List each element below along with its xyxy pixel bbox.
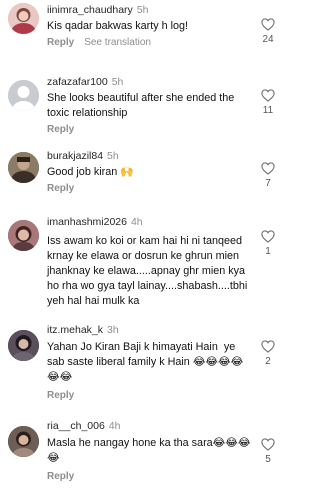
comment-actions: Reply — [47, 123, 255, 136]
like-control[interactable]: 1 — [258, 230, 278, 257]
comment-username-line: iinimra_chaudhary 5h — [47, 4, 255, 17]
comment-time: 5h — [107, 150, 119, 162]
reply-button[interactable]: Reply — [47, 183, 74, 194]
comment-time: 4h — [130, 216, 143, 228]
heart-outline-icon[interactable] — [261, 162, 275, 175]
avatar-photo-icon — [8, 426, 39, 457]
comment-time: 5h — [111, 76, 124, 88]
avatar[interactable] — [8, 80, 39, 111]
avatar-photo-icon — [8, 3, 39, 34]
heart-outline-icon[interactable] — [261, 438, 275, 451]
like-control[interactable]: 24 — [258, 18, 278, 45]
avatar-photo-icon — [8, 220, 39, 251]
comment-text: She looks beautiful after she ended the … — [47, 92, 238, 119]
avatar[interactable] — [8, 426, 39, 457]
comment-text: Yahan Jo Kiran Baji k himayati Hain ye s… — [47, 341, 244, 383]
comment-username[interactable]: imanhashmi2026 — [47, 216, 127, 228]
heart-outline-icon[interactable] — [261, 18, 275, 31]
comment-text: Good job kiran 🙌 — [47, 166, 134, 178]
comment-time: 3h — [107, 324, 119, 336]
reply-button[interactable]: Reply — [47, 124, 74, 135]
avatar[interactable] — [8, 152, 39, 183]
comment-username-line: burakjazil84 5h — [47, 150, 255, 163]
like-count: 24 — [262, 34, 274, 45]
like-count: 5 — [265, 454, 271, 465]
heart-outline-icon[interactable] — [261, 89, 275, 102]
comment-actions: Reply — [47, 470, 255, 483]
heart-outline-icon[interactable] — [261, 230, 275, 243]
like-count: 2 — [265, 356, 271, 367]
comment-actions: Reply See translation — [47, 36, 255, 49]
like-control[interactable]: 11 — [258, 89, 278, 116]
reply-button[interactable]: Reply — [47, 390, 74, 401]
comment-username-line: itz.mehak_k 3h — [47, 324, 255, 337]
reply-button[interactable]: Reply — [47, 471, 74, 482]
person-icon — [8, 80, 39, 111]
like-control[interactable]: 5 — [258, 438, 278, 465]
like-count: 1 — [265, 246, 271, 257]
comment-time: 4h — [108, 420, 121, 432]
comment-username-line: zafazafar100 5h — [47, 76, 255, 89]
comment-username[interactable]: itz.mehak_k — [47, 324, 103, 336]
heart-outline-icon[interactable] — [261, 340, 275, 353]
avatar[interactable] — [8, 220, 39, 251]
comment-username-line: imanhashmi2026 4h — [47, 216, 255, 229]
avatar[interactable] — [8, 3, 39, 34]
comment-username[interactable]: zafazafar100 — [47, 76, 108, 88]
comment-text: Masla he nangay hone ka tha sara😂😂😂😂 — [47, 437, 251, 464]
comment-username[interactable]: burakjazil84 — [47, 150, 103, 162]
comment-username-line: ria__ch_006 4h — [47, 420, 255, 433]
comment-username[interactable]: iinimra_chaudhary — [47, 4, 133, 16]
like-count: 7 — [265, 178, 271, 189]
like-count: 11 — [262, 105, 274, 116]
comment-text: Iss awam ko koi or kam hai hi ni tanqeed… — [47, 235, 251, 307]
see-translation-button[interactable]: See translation — [84, 37, 151, 48]
avatar-photo-icon — [8, 152, 39, 183]
avatar[interactable] — [8, 330, 39, 361]
comment-text: Kis qadar bakwas karty h log! — [47, 20, 189, 32]
avatar-photo-icon — [8, 330, 39, 361]
comment-actions: Reply — [47, 389, 255, 402]
comment-time: 5h — [136, 4, 149, 16]
comment-actions: Reply — [47, 182, 255, 195]
like-control[interactable]: 7 — [258, 162, 278, 189]
comment-username[interactable]: ria__ch_006 — [47, 420, 105, 432]
reply-button[interactable]: Reply — [47, 37, 74, 48]
like-control[interactable]: 2 — [258, 340, 278, 367]
